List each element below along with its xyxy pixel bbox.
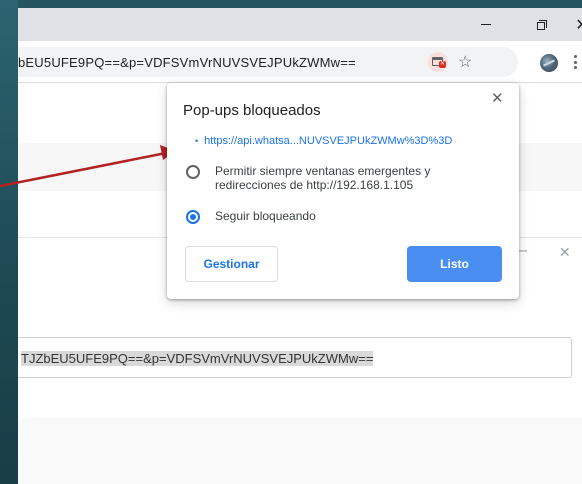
address-bar-url[interactable]: bEU5UFE9PQ==&p=VDFSVmVrNUVSVEJPUkZWMw==: [18, 55, 356, 70]
keep-blocking-radio[interactable]: [186, 210, 200, 224]
title-bar: ✕: [18, 8, 582, 41]
panel-close-icon[interactable]: ✕: [559, 244, 571, 261]
minimize-icon: [481, 24, 491, 25]
lower-content-area: [18, 418, 582, 484]
blocked-popup-url[interactable]: https://api.whatsa...NUVSVEJPUkZWMw%3D%3…: [204, 135, 452, 147]
kebab-menu-icon[interactable]: [574, 53, 578, 71]
always-allow-label[interactable]: Permitir siempre ventanas emergentes y r…: [215, 164, 505, 192]
address-bar[interactable]: bEU5UFE9PQ==&p=VDFSVmVrNUVSVEJPUkZWMw== …: [18, 47, 518, 77]
slide-frame-left: [0, 0, 18, 484]
done-button[interactable]: Listo: [407, 246, 502, 282]
always-allow-radio[interactable]: [186, 165, 200, 179]
close-icon: ✕: [575, 16, 582, 34]
bullet-icon: •: [195, 136, 199, 146]
manage-button[interactable]: Gestionar: [185, 246, 278, 282]
minimize-button[interactable]: [466, 8, 506, 41]
maximize-button[interactable]: [520, 8, 560, 41]
url-field-selected-text: TJZbEU5UFE9PQ==&p=VDFSVmVrNUVSVEJPUkZWMw…: [21, 351, 374, 366]
blocked-popup-link[interactable]: • https://api.whatsa...NUVSVEJPUkZWMw%3D%…: [195, 135, 452, 147]
slide-frame-top: [0, 0, 582, 8]
star-icon[interactable]: ☆: [458, 52, 472, 72]
close-icon[interactable]: ✕: [491, 89, 504, 107]
restore-icon: [537, 22, 545, 30]
dialog-title: Pop-ups bloqueados: [183, 102, 321, 119]
panel-minimize-icon[interactable]: –: [518, 242, 527, 260]
url-text-field[interactable]: TJZbEU5UFE9PQ==&p=VDFSVmVrNUVSVEJPUkZWMw…: [18, 337, 572, 378]
extension-icon[interactable]: [540, 54, 558, 72]
toolbar: bEU5UFE9PQ==&p=VDFSVmVrNUVSVEJPUkZWMw== …: [18, 41, 582, 83]
popup-blocked-icon[interactable]: ✕: [428, 52, 448, 72]
keep-blocking-label[interactable]: Seguir bloqueando: [215, 209, 316, 223]
close-window-button[interactable]: ✕: [562, 8, 582, 41]
popups-blocked-dialog: Pop-ups bloqueados ✕ • https://api.whatsa…: [167, 83, 519, 299]
